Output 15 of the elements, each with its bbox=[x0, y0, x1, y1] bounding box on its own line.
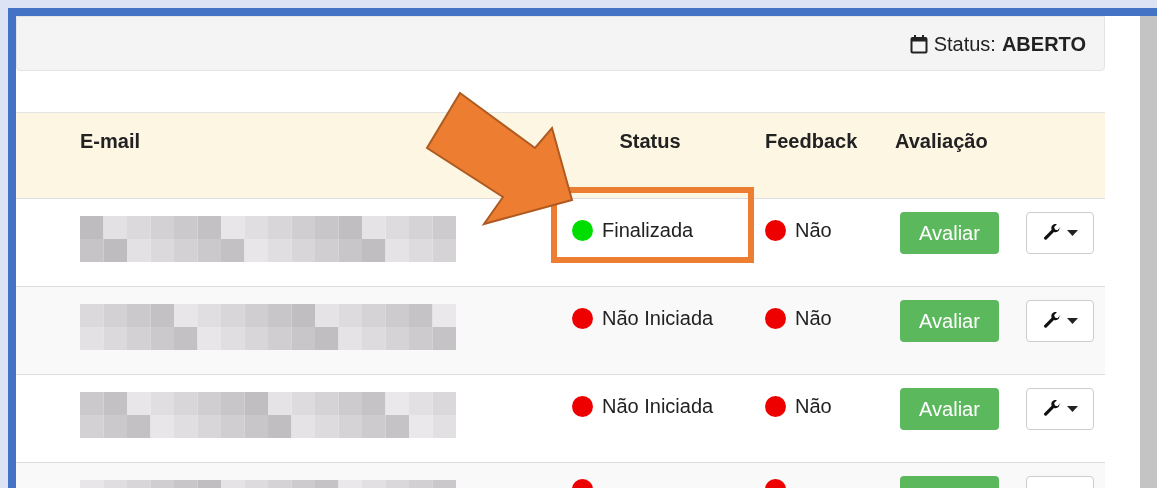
status-value: ABERTO bbox=[1001, 31, 1086, 57]
feedback-text: Não bbox=[795, 394, 832, 419]
evaluate-button[interactable]: Avaliar bbox=[900, 212, 999, 254]
feedback-text: Não bbox=[795, 218, 832, 243]
column-header: Status bbox=[618, 129, 682, 154]
status-label: Status: bbox=[933, 31, 996, 57]
column-header: Avaliação bbox=[894, 129, 989, 154]
evaluate-button[interactable]: Avaliar bbox=[900, 300, 999, 342]
column-header: E-mail bbox=[80, 129, 142, 154]
status-text: Finalizada bbox=[602, 218, 694, 243]
status-text: Não Iniciada bbox=[602, 394, 714, 419]
status-text: Não Iniciada bbox=[602, 306, 714, 331]
evaluate-button[interactable]: Avaliar bbox=[900, 388, 999, 430]
feedback-text: Não bbox=[795, 306, 832, 331]
column-header: Feedback bbox=[764, 129, 859, 154]
